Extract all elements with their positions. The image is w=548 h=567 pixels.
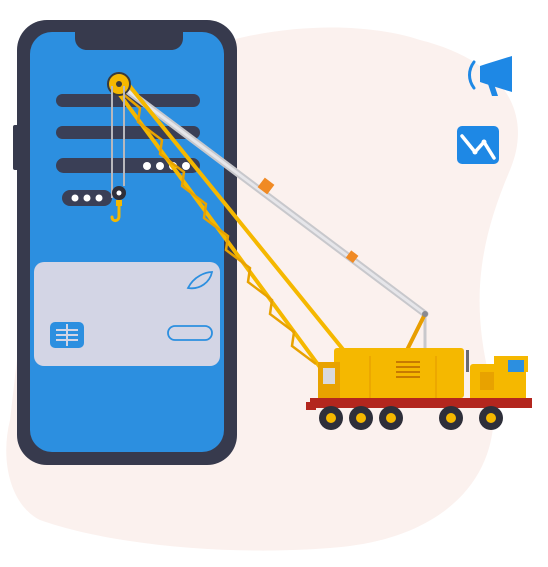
- password-field: [56, 158, 200, 173]
- card-chip-icon: [50, 322, 84, 348]
- pin-dots: [71, 194, 103, 202]
- truck-cab-window: [508, 360, 524, 372]
- bank-card: [34, 262, 220, 366]
- crane-cab-window: [323, 368, 335, 384]
- line-chart-icon: [457, 126, 499, 164]
- phone-notch: [75, 32, 183, 50]
- exhaust-pipe: [466, 350, 469, 372]
- illustration-scene: [6, 20, 532, 551]
- crane-chassis: [310, 398, 532, 408]
- phone-side-button: [13, 125, 19, 170]
